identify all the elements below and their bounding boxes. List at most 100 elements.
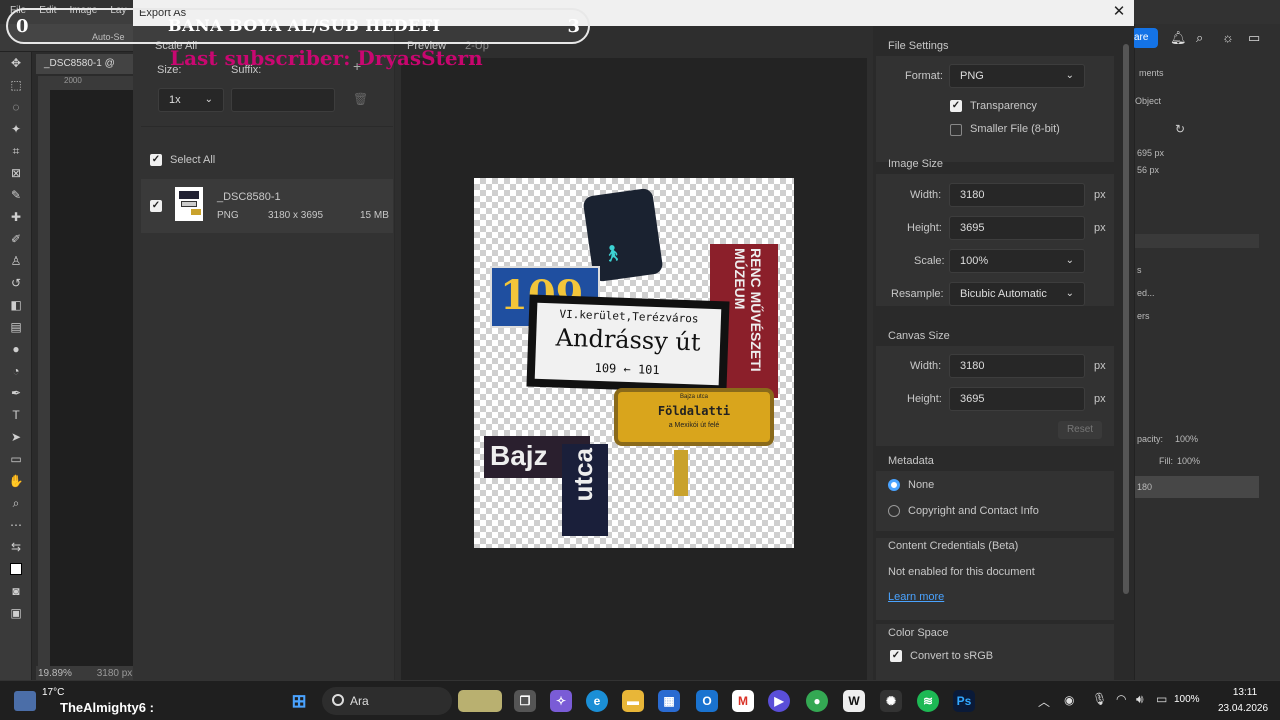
stamp-tool-icon[interactable]: ♙ [0, 250, 32, 272]
panel-tab-object[interactable]: Object [1135, 96, 1161, 106]
scale-select[interactable]: 100% ⌄ [949, 249, 1085, 273]
path-selection-icon[interactable]: ➤ [0, 426, 32, 448]
file-list-item[interactable]: ✓ _DSC8580-1 PNG 3180 x 3695 15 MB [141, 179, 393, 233]
file-explorer-icon[interactable]: ▬ [622, 690, 644, 712]
copilot-icon[interactable]: ✧ [550, 690, 572, 712]
panel-item-2[interactable]: ed... [1137, 288, 1155, 298]
marquee-tool-icon[interactable]: ⬚ [0, 74, 32, 96]
gmail-icon[interactable]: M [732, 690, 754, 712]
search-icon[interactable]: ⌕ [1196, 30, 1203, 46]
share-button[interactable]: are [1132, 28, 1158, 48]
video-editor-icon[interactable]: ▶ [768, 690, 790, 712]
document-tab[interactable]: _DSC8580-1 @ 19,9% [36, 54, 136, 89]
tray-chevron-icon[interactable]: ︿ [1038, 693, 1050, 710]
magic-wand-icon[interactable]: ✦ [0, 118, 32, 140]
learn-more-link[interactable]: Learn more [888, 591, 944, 603]
dodge-tool-icon[interactable]: ◔ [0, 360, 32, 382]
metadata-none-radio[interactable] [888, 479, 900, 491]
color-swatches-icon[interactable] [0, 558, 32, 580]
fill-value[interactable]: 100% [1177, 456, 1200, 466]
opacity-value[interactable]: 100% [1175, 434, 1198, 444]
gradient-tool-icon[interactable]: ▤ [0, 316, 32, 338]
rotate-icon[interactable]: ↻ [1175, 122, 1185, 136]
more-tools-icon[interactable]: ⋯ [0, 514, 32, 536]
quick-mask-icon[interactable]: ◙ [0, 580, 32, 602]
image-height-input[interactable]: 3695 [949, 216, 1085, 240]
close-icon[interactable]: ✕ [1110, 3, 1128, 21]
resample-select[interactable]: Bicubic Automatic ⌄ [949, 282, 1085, 306]
zoom-tool-icon[interactable]: ⌕ [0, 492, 32, 514]
task-view-icon[interactable]: ❐ [514, 690, 536, 712]
weather-icon[interactable] [14, 691, 36, 711]
panel-field[interactable] [1135, 234, 1259, 248]
canvas-width-label: Width: [910, 360, 942, 372]
vertical-ruler [38, 90, 50, 670]
frame-tool-icon[interactable]: ⊠ [0, 162, 32, 184]
widget-icon[interactable] [458, 690, 502, 712]
trash-icon[interactable]: 🗑︎ [353, 92, 368, 106]
brush-tool-icon[interactable]: ✐ [0, 228, 32, 250]
battery-icon[interactable]: ▭ [1156, 692, 1167, 706]
spotify-icon[interactable]: ≋ [917, 690, 939, 712]
light-icon[interactable]: ☼ [1222, 30, 1234, 45]
transparency-checkbox[interactable]: ✓ [950, 100, 962, 112]
metadata-copyright-radio[interactable] [888, 505, 900, 517]
blur-tool-icon[interactable]: ● [0, 338, 32, 360]
size-select[interactable]: 1x ⌄ [158, 88, 224, 112]
metro-line2: Földalatti [657, 404, 731, 418]
settings-scrollbar[interactable] [1123, 44, 1129, 594]
discord-icon[interactable]: ◉ [1064, 693, 1074, 707]
eyedropper-icon[interactable]: ✎ [0, 184, 32, 206]
battery-percent[interactable]: 100% [1174, 694, 1200, 705]
zoom-level[interactable]: 19.89% [38, 668, 72, 679]
screen-mode-icon[interactable]: ▣ [0, 602, 32, 624]
format-select[interactable]: PNG ⌄ [949, 64, 1085, 88]
convert-srgb-checkbox[interactable]: ✓ [890, 650, 902, 662]
wifi-icon[interactable]: ◠ [1116, 692, 1126, 706]
history-brush-icon[interactable]: ↺ [0, 272, 32, 294]
store-icon[interactable]: ▦ [658, 690, 680, 712]
chatgpt-icon[interactable]: ✺ [880, 690, 902, 712]
shape-tool-icon[interactable]: ▭ [0, 448, 32, 470]
metadata-title: Metadata [888, 455, 934, 467]
canvas-height-label: Height: [907, 393, 942, 405]
edge-icon[interactable]: e [586, 690, 608, 712]
file-settings-title: File Settings [888, 40, 949, 52]
clock-time[interactable]: 13:11 [1220, 687, 1270, 698]
image-width-input[interactable]: 3180 [949, 183, 1085, 207]
suffix-input[interactable] [231, 88, 335, 112]
metro-sign: Bajza utca Földalatti a Mexikói út felé [614, 388, 774, 446]
layer-row[interactable]: 180 [1135, 476, 1259, 498]
panel-item-3[interactable]: ers [1137, 311, 1150, 321]
default-colors-icon[interactable]: ⇆ [0, 536, 32, 558]
export-left-pane: Scale All Size: Suffix: + 1x ⌄ 🗑︎ ✓ Selec… [133, 26, 395, 680]
bell-icon[interactable]: 🔔︎ [1170, 30, 1187, 46]
wikipedia-icon[interactable]: W [843, 690, 865, 712]
move-tool-icon[interactable]: ✥ [0, 52, 32, 74]
outlook-icon[interactable]: O [696, 690, 718, 712]
panel-tab-adjustments[interactable]: ments [1139, 68, 1164, 78]
windows-icon[interactable]: ⊞ [288, 690, 310, 712]
type-tool-icon[interactable]: T [0, 404, 32, 426]
crop-tool-icon[interactable]: ⌗ [0, 140, 32, 162]
clock-date[interactable]: 23.04.2026 [1216, 703, 1270, 714]
file-checkbox[interactable]: ✓ [150, 200, 162, 212]
reset-button[interactable]: Reset [1058, 421, 1102, 439]
chrome-icon[interactable]: ● [806, 690, 828, 712]
canvas-height-input[interactable]: 3695 [949, 387, 1085, 411]
weather-temp[interactable]: 17°C [42, 687, 64, 698]
canvas-width-input[interactable]: 3180 [949, 354, 1085, 378]
hand-tool-icon[interactable]: ✋ [0, 470, 32, 492]
lasso-tool-icon[interactable]: ◌ [0, 96, 32, 118]
workspace-icon[interactable]: ▭ [1248, 30, 1260, 46]
select-all-checkbox[interactable]: ✓ [150, 154, 162, 166]
healing-brush-icon[interactable]: ✚ [0, 206, 32, 228]
smaller-file-checkbox[interactable] [950, 124, 962, 136]
photoshop-icon[interactable]: Ps [953, 690, 975, 712]
eraser-icon[interactable]: ◧ [0, 294, 32, 316]
canvas-size-section: Width: 3180 px Height: 3695 px Reset [876, 346, 1114, 446]
volume-icon[interactable]: 🔊︎ [1136, 692, 1144, 707]
microphone-icon[interactable]: 🎙︎ [1092, 692, 1107, 706]
panel-item-1[interactable]: s [1137, 265, 1142, 275]
pen-tool-icon[interactable]: ✒ [0, 382, 32, 404]
